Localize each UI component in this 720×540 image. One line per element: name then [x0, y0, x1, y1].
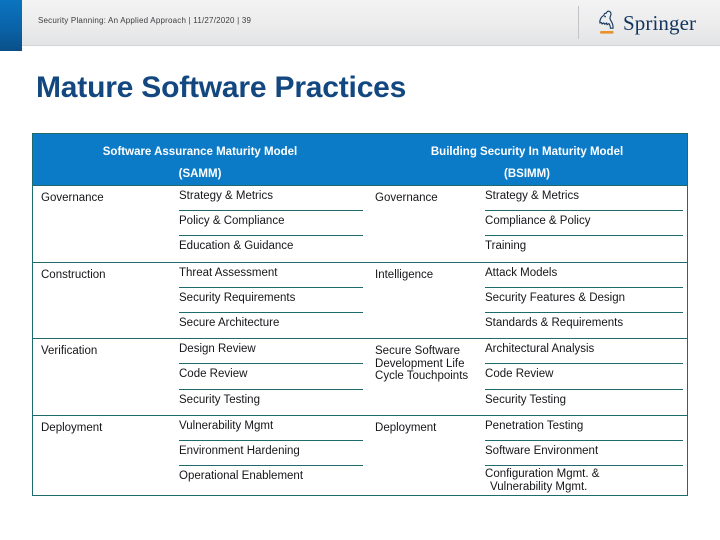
list-item: Code Review — [179, 364, 364, 390]
table-row: Governance Strategy & Metrics Policy & C… — [33, 185, 688, 263]
bsimm-practices-governance: Strategy & Metrics Compliance & Policy T… — [477, 185, 688, 263]
samm-practices-deployment: Vulnerability Mgmt Environment Hardening… — [171, 414, 368, 496]
samm-practices-construction: Threat Assessment Security Requirements … — [171, 261, 368, 339]
list-item: Threat Assessment — [179, 263, 364, 288]
bsimm-domain-intelligence: Intelligence — [367, 261, 478, 339]
springer-wordmark: Springer — [623, 10, 697, 35]
list-item: Security Testing — [485, 393, 566, 406]
list-item: Environment Hardening — [179, 441, 364, 467]
left-accent-bar — [0, 0, 22, 51]
list-item: Training — [485, 240, 527, 253]
list-item: Architectural Analysis — [485, 339, 684, 365]
table-row: Deployment Vulnerability Mgmt Environmen… — [33, 414, 688, 496]
bsimm-domain-deployment: Deployment — [367, 414, 478, 496]
list-item: Security Requirements — [179, 288, 364, 313]
list-item: Operational Enablement — [179, 470, 304, 483]
bsimm-practices-ssdlc-touchpoints: Architectural Analysis Code Review Secur… — [477, 338, 688, 416]
list-item: Code Review — [485, 364, 684, 390]
list-item: Education & Guidance — [179, 240, 294, 253]
table-row: Construction Threat Assessment Security … — [33, 261, 688, 339]
samm-title-line1: Software Assurance Maturity Model — [102, 146, 298, 158]
bsimm-domain-governance: Governance — [367, 185, 478, 263]
list-item: Configuration Mgmt. & Vulnerability Mgmt… — [485, 466, 683, 495]
bsimm-title-line1: Building Security In Maturity Model — [430, 146, 624, 158]
samm-domain-construction: Construction — [33, 261, 171, 339]
list-item: Policy & Compliance — [179, 211, 364, 237]
samm-domain-governance: Governance — [33, 185, 171, 263]
bsimm-domain-ssdlc-touchpoints: Secure Software Development Life Cycle T… — [367, 338, 478, 416]
list-item: Compliance & Policy — [485, 211, 684, 237]
list-item-line2: Vulnerability Mgmt. — [490, 480, 588, 493]
header-divider-rule — [0, 45, 720, 46]
list-item: Standards & Requirements — [485, 316, 624, 329]
list-item: Vulnerability Mgmt — [179, 416, 364, 441]
samm-practices-verification: Design Review Code Review Security Testi… — [171, 338, 368, 416]
list-item: Strategy & Metrics — [485, 186, 684, 212]
samm-domain-verification: Verification — [33, 338, 171, 416]
samm-title-line2: (SAMM) — [178, 168, 222, 180]
column-header-bsimm: Building Security In Maturity Model (BSI… — [367, 134, 688, 186]
bsimm-practices-deployment: Penetration Testing Software Environment… — [477, 414, 688, 496]
bsimm-title-line2: (BSIMM) — [504, 168, 551, 180]
logo-divider — [578, 6, 579, 39]
table-row: Verification Design Review Code Review S… — [33, 338, 688, 416]
list-item: Software Environment — [485, 441, 684, 467]
page-title: Mature Software Practices — [36, 71, 407, 104]
list-item: Secure Architecture — [179, 316, 280, 329]
list-item-line1: Configuration Mgmt. & — [485, 468, 600, 481]
header-meta-text: Security Planning: An Applied Approach |… — [38, 16, 252, 25]
list-item: Penetration Testing — [485, 416, 684, 441]
springer-knight-icon — [596, 10, 618, 36]
list-item: Security Features & Design — [485, 288, 684, 313]
samm-practices-governance: Strategy & Metrics Policy & Compliance E… — [171, 185, 368, 263]
springer-logo: Springer — [596, 8, 696, 38]
list-item: Attack Models — [485, 263, 684, 288]
list-item: Strategy & Metrics — [179, 186, 364, 212]
list-item: Security Testing — [179, 393, 260, 406]
maturity-model-comparison-table: Software Assurance Maturity Model (SAMM)… — [32, 133, 688, 497]
bsimm-practices-intelligence: Attack Models Security Features & Design… — [477, 261, 688, 339]
column-header-samm: Software Assurance Maturity Model (SAMM) — [33, 134, 368, 186]
table-header-row: Software Assurance Maturity Model (SAMM)… — [33, 134, 688, 186]
list-item: Design Review — [179, 339, 364, 365]
samm-domain-deployment: Deployment — [33, 414, 171, 496]
